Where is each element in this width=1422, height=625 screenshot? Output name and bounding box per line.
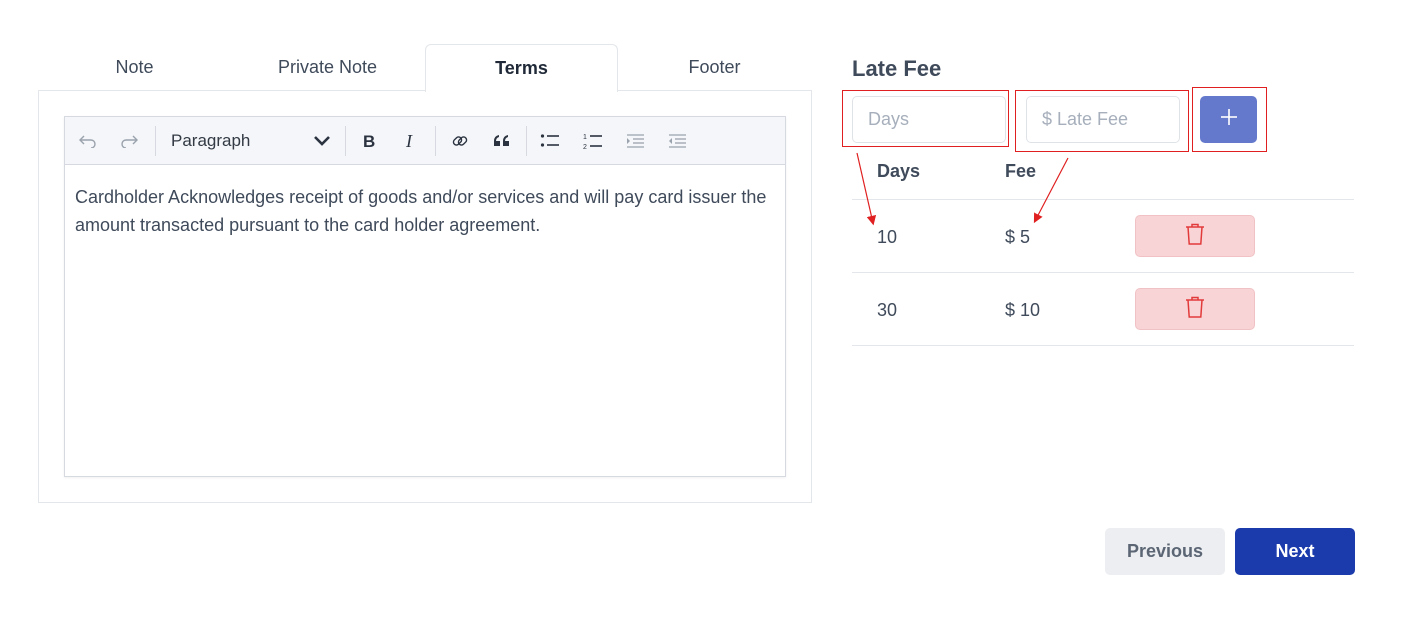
- invoice-notes-screen: Note Private Note Terms Footer Paragraph…: [0, 0, 1422, 625]
- plus-icon: [1220, 108, 1238, 131]
- italic-icon[interactable]: I: [396, 127, 426, 155]
- fee-column-header: Fee: [1005, 161, 1037, 181]
- trash-icon: [1185, 296, 1205, 323]
- fee-annotation-arrow: [1033, 157, 1069, 224]
- delete-row-2-button[interactable]: [1135, 288, 1255, 330]
- indent-icon[interactable]: [620, 127, 650, 155]
- numbered-list-icon[interactable]: 12: [578, 127, 608, 155]
- late-fee-input[interactable]: [1026, 96, 1180, 143]
- redo-icon[interactable]: [114, 127, 144, 155]
- outdent-icon[interactable]: [662, 127, 692, 155]
- add-late-fee-button[interactable]: [1200, 96, 1257, 143]
- undo-icon[interactable]: [73, 127, 103, 155]
- bulleted-list-icon[interactable]: [535, 127, 565, 155]
- days-input[interactable]: [852, 96, 1006, 143]
- svg-text:I: I: [405, 132, 413, 150]
- svg-text:1: 1: [583, 134, 587, 141]
- paragraph-style-select[interactable]: Paragraph: [161, 125, 337, 157]
- row-1-fee: $ 5: [1005, 227, 1031, 247]
- row-divider: [852, 345, 1354, 346]
- previous-button[interactable]: Previous: [1105, 528, 1225, 575]
- blockquote-icon[interactable]: [487, 127, 517, 155]
- tab-note[interactable]: Note: [38, 44, 231, 91]
- row-2-days: 30: [877, 300, 898, 320]
- row-1-days: 10: [877, 227, 898, 247]
- next-button[interactable]: Next: [1235, 528, 1355, 575]
- notes-tabs: Note Private Note Terms Footer: [38, 44, 812, 92]
- trash-icon: [1185, 223, 1205, 250]
- editor-toolbar: Paragraph B I 1 2: [65, 117, 785, 165]
- row-divider: [852, 272, 1354, 273]
- chevron-down-icon: [313, 134, 331, 152]
- tab-private-note[interactable]: Private Note: [231, 44, 424, 91]
- days-annotation-arrow: [856, 152, 877, 226]
- days-column-header: Days: [877, 161, 921, 181]
- link-icon[interactable]: [445, 127, 475, 155]
- svg-text:2: 2: [583, 144, 587, 150]
- bold-icon[interactable]: B: [354, 127, 384, 155]
- paragraph-style-label: Paragraph: [171, 131, 251, 150]
- terms-editor: Paragraph B I 1 2 Cardholder Acknowledge…: [64, 116, 786, 477]
- tab-footer[interactable]: Footer: [618, 44, 811, 91]
- row-2-fee: $ 10: [1005, 300, 1041, 320]
- table-header-divider: [852, 199, 1354, 200]
- terms-editor-content[interactable]: Cardholder Acknowledges receipt of goods…: [75, 183, 775, 239]
- svg-text:B: B: [363, 132, 375, 150]
- delete-row-1-button[interactable]: [1135, 215, 1255, 257]
- tab-terms[interactable]: Terms: [425, 44, 618, 92]
- late-fee-title: Late Fee: [852, 56, 942, 81]
